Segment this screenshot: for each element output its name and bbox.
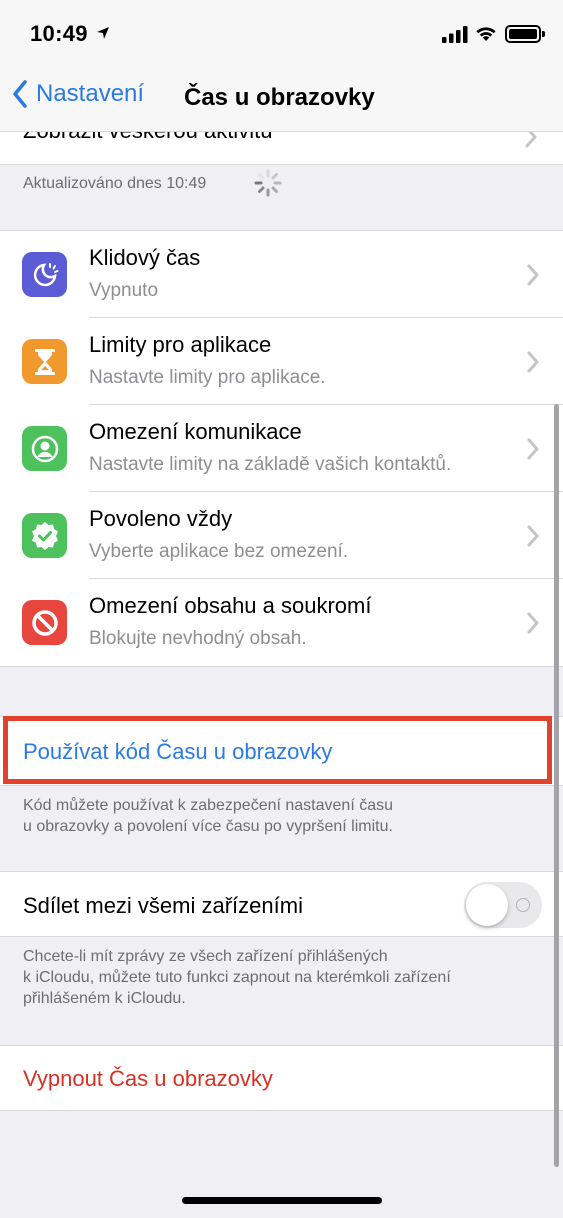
turn-off-screen-time-button[interactable]: Vypnout Čas u obrazovky: [0, 1045, 563, 1111]
loading-spinner-icon: [254, 169, 282, 197]
back-label: Nastavení: [36, 80, 145, 107]
downtime-title: Klidový čas: [89, 245, 201, 270]
back-button[interactable]: Nastavení: [12, 80, 144, 108]
hourglass-icon: [22, 339, 67, 384]
content-privacy-title: Omezení obsahu a soukromí: [89, 593, 372, 618]
downtime-icon: [22, 252, 67, 297]
list-item-communication-limits[interactable]: Omezení komunikace Nastavte limity na zá…: [0, 405, 563, 492]
wifi-icon: [476, 27, 496, 41]
toggle-knob: [466, 884, 508, 926]
share-across-devices-label: Sdílet mezi všemi zařízeními: [23, 893, 303, 918]
communication-limits-title: Omezení komunikace: [89, 419, 302, 444]
chevron-left-icon: [13, 80, 27, 108]
communication-limits-subtitle: Nastavte limity na základě vašich kontak…: [89, 454, 452, 475]
status-time: 10:49: [30, 21, 88, 46]
turn-off-screen-time-label: Vypnout Čas u obrazovky: [23, 1066, 273, 1091]
page-title: Čas u obrazovky: [184, 84, 375, 111]
chevron-right-icon: [525, 132, 537, 148]
list-item-content-privacy[interactable]: Omezení obsahu a soukromí Blokujte nevho…: [0, 579, 563, 666]
last-updated-text: Aktualizováno dnes 10:49: [23, 175, 207, 192]
always-allowed-title: Povoleno vždy: [89, 506, 233, 531]
toggle-off-indicator-icon: [516, 898, 530, 912]
chevron-right-icon: [527, 525, 539, 547]
show-all-activity-label: Zobrazit veškerou aktivitu: [23, 132, 272, 144]
highlight-box: [3, 716, 552, 784]
chevron-right-icon: [527, 264, 539, 286]
content-privacy-subtitle: Blokujte nevhodný obsah.: [89, 628, 307, 649]
downtime-subtitle: Vypnuto: [89, 280, 159, 301]
navigation-bar: Nastavení Čas u obrazovky: [0, 66, 563, 132]
app-limits-title: Limity pro aplikace: [89, 332, 272, 357]
app-limits-subtitle: Nastavte limity pro aplikace.: [89, 367, 326, 388]
location-arrow-icon: [97, 27, 109, 39]
checkmark-badge-icon: [22, 513, 67, 558]
screen: 10:49 Nastavení Čas u obrazovky Zobrazit…: [0, 0, 563, 1218]
list-item-downtime[interactable]: Klidový čas Vypnuto: [0, 231, 563, 318]
chevron-right-icon: [527, 438, 539, 460]
status-bar: 10:49: [0, 0, 563, 66]
battery-icon: [505, 25, 545, 43]
cellular-signal-icon: [442, 26, 468, 43]
no-entry-icon: [22, 600, 67, 645]
chevron-right-icon: [527, 612, 539, 634]
show-all-activity-row[interactable]: Zobrazit veškerou aktivitu: [0, 132, 563, 165]
list-item-always-allowed[interactable]: Povoleno vždy Vyberte aplikace bez omeze…: [0, 492, 563, 579]
home-indicator[interactable]: [182, 1197, 382, 1204]
passcode-footer-note: Kód můžete používat k zabezpečení nastav…: [23, 797, 394, 835]
screen-time-options-list: Klidový čas Vypnuto Limity pro aplikace …: [0, 230, 563, 667]
scrollbar[interactable]: [554, 404, 559, 1167]
share-across-devices-row: Sdílet mezi všemi zařízeními: [0, 871, 563, 937]
share-across-devices-toggle[interactable]: [464, 882, 542, 928]
chevron-right-icon: [527, 351, 539, 373]
always-allowed-subtitle: Vyberte aplikace bez omezení.: [89, 541, 349, 562]
list-item-app-limits[interactable]: Limity pro aplikace Nastavte limity pro …: [0, 318, 563, 405]
contact-icon: [22, 426, 67, 471]
share-footer-note: Chcete-li mít zprávy ze všech zařízení p…: [23, 948, 451, 1007]
